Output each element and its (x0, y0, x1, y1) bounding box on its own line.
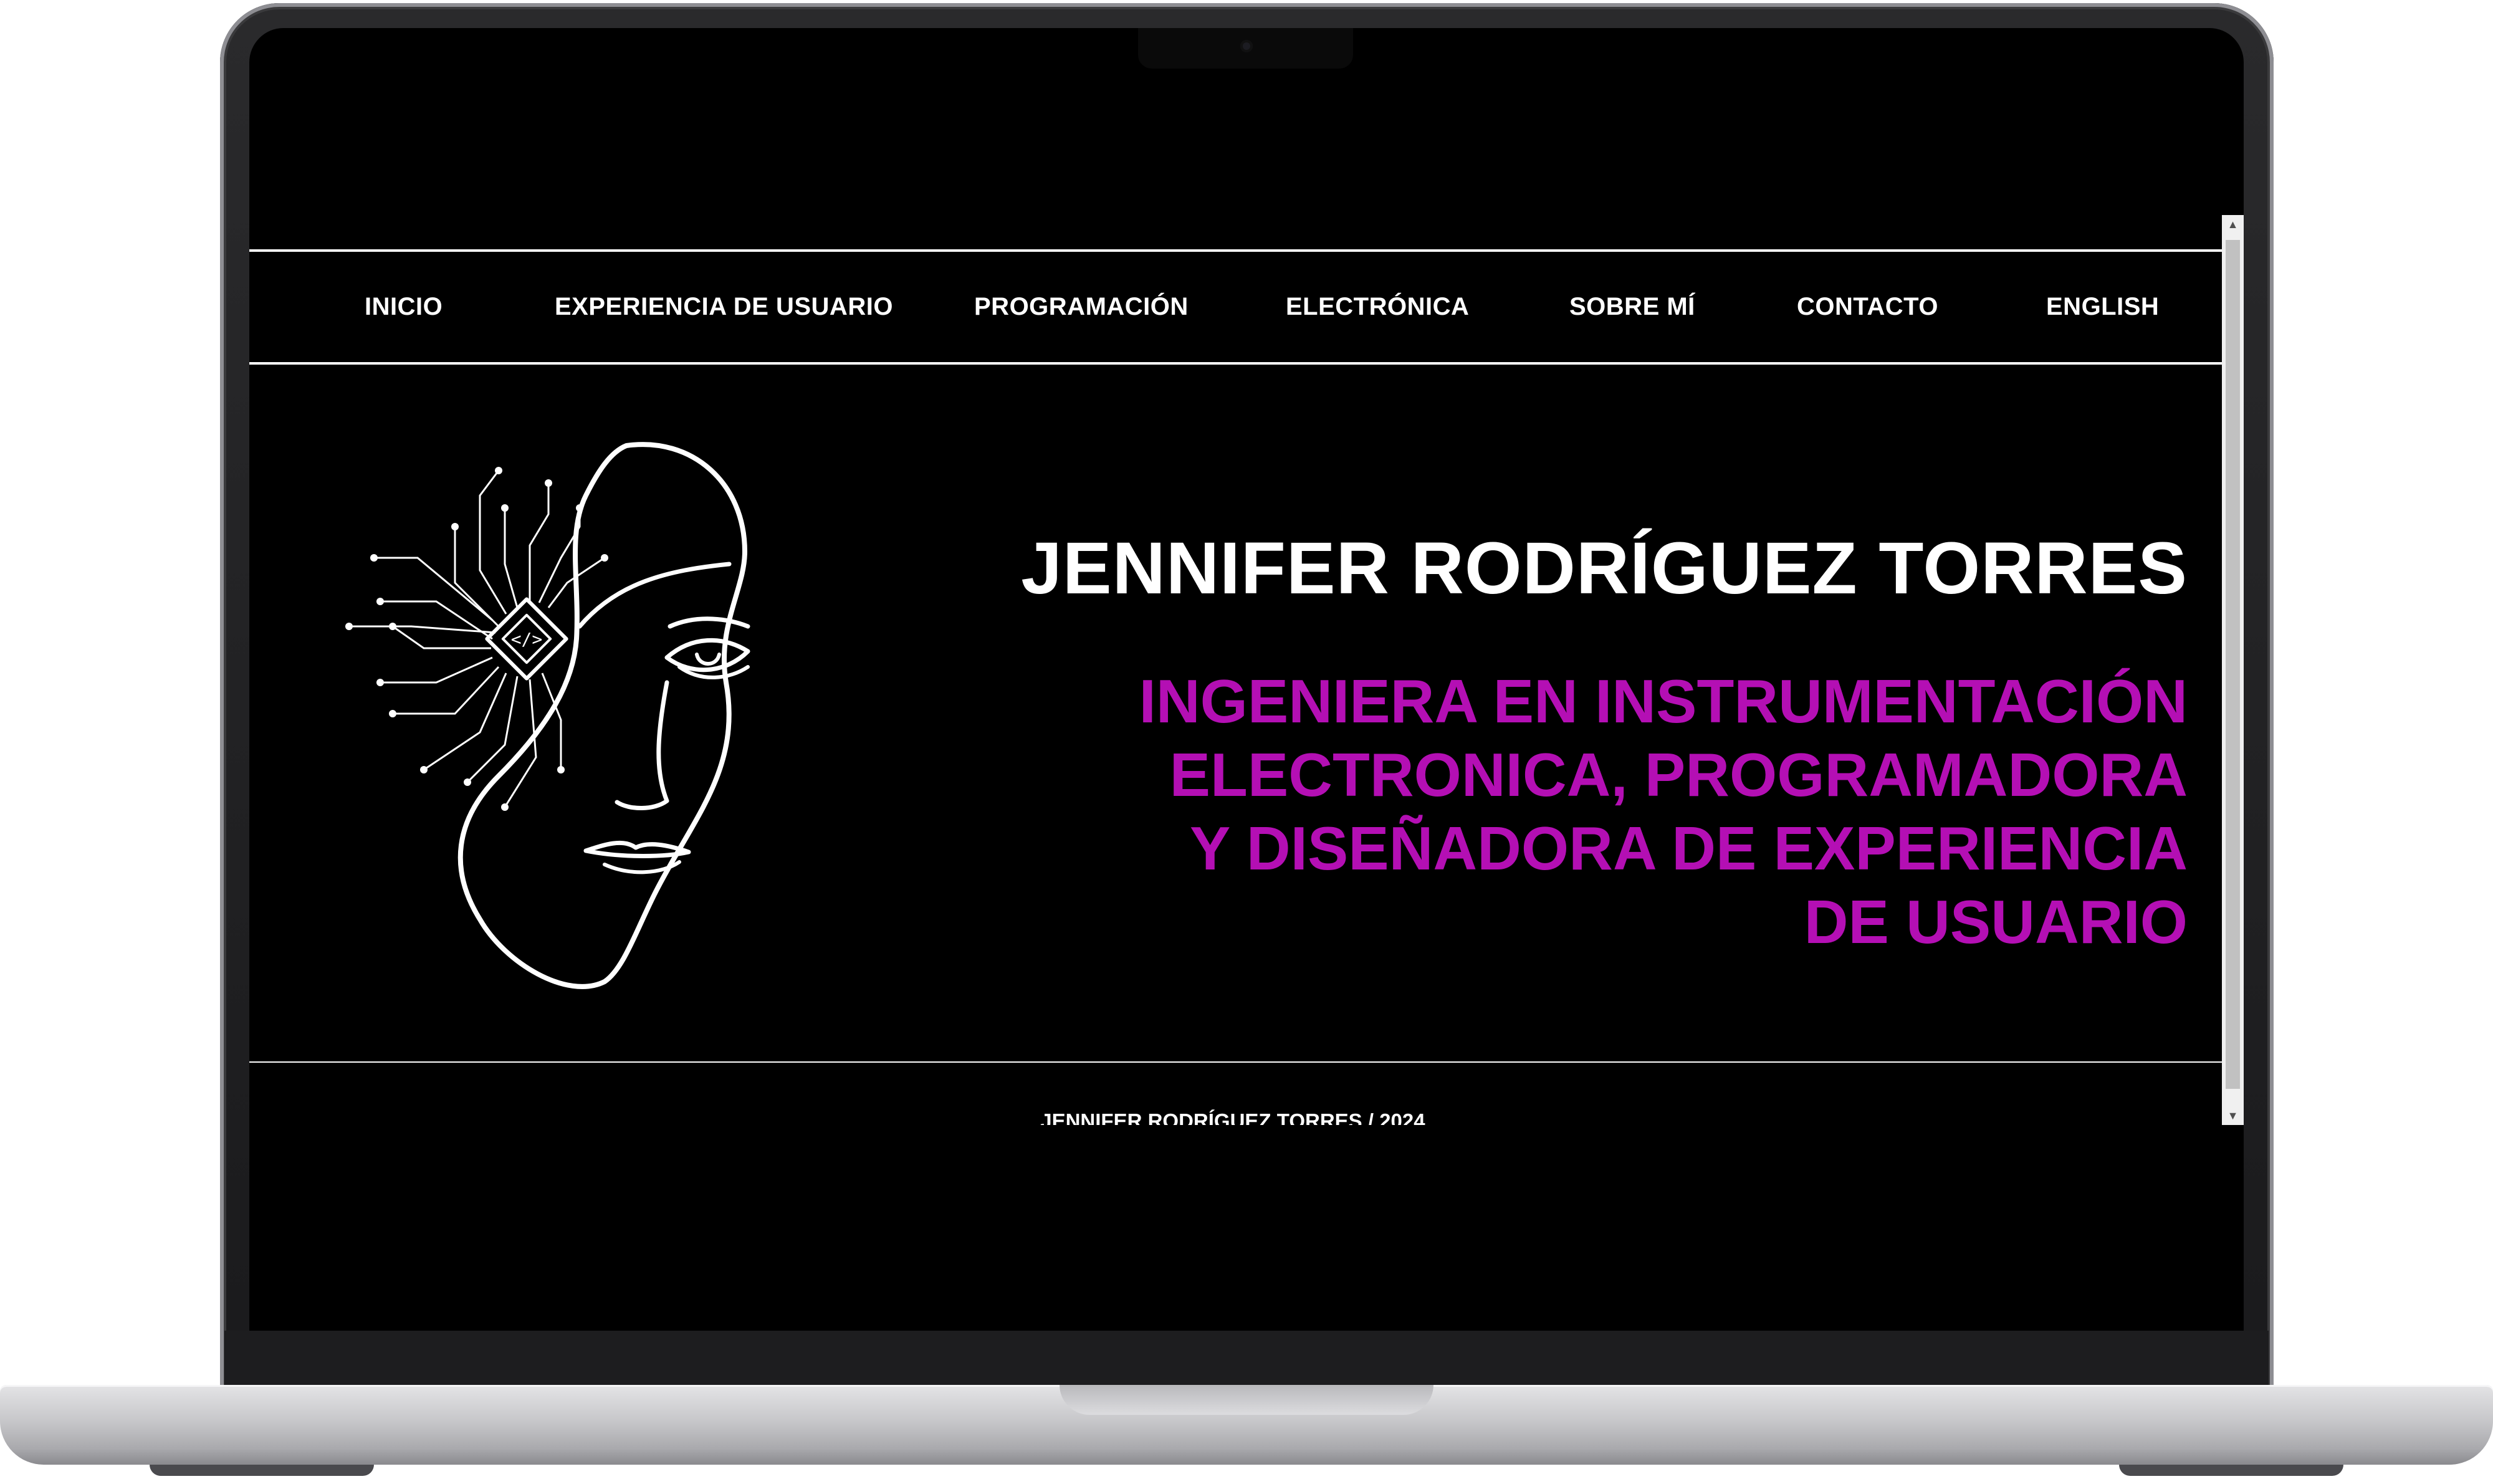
camera-icon (1240, 40, 1253, 52)
nav-item-electronica[interactable]: ELECTRÓNICA (1286, 252, 1469, 362)
hero-name: JENNIFER RODRÍGUEZ TORRES (1021, 527, 2188, 610)
footer-divider (249, 1061, 2222, 1063)
laptop-foot-right (2119, 1465, 2343, 1476)
hero-subtitle: INGENIERA EN INSTRUMENTACIÓN ELECTRONICA… (1139, 667, 2188, 957)
nav-item-inicio[interactable]: INICIO (365, 252, 443, 362)
nav-item-english[interactable]: ENGLISH (2046, 252, 2159, 362)
laptop-foot-left (150, 1465, 374, 1476)
footer-copyright: JENNIFER RODRÍGUEZ TORRES / 2024. (1040, 1109, 1431, 1125)
nav-item-contacto[interactable]: CONTACTO (1797, 252, 1938, 362)
nav-item-experiencia[interactable]: EXPERIENCIA DE USUARIO (555, 252, 893, 362)
scrollbar-thumb[interactable] (2226, 240, 2240, 1089)
face-circuit-illustration-icon: </> (345, 442, 750, 989)
browser-viewport: INICIO EXPERIENCIA DE USUARIO PROGRAMACI… (249, 215, 2244, 1125)
nav-item-programacion[interactable]: PROGRAMACIÓN (974, 252, 1189, 362)
laptop-lid-opening (1060, 1385, 1433, 1415)
main-navigation: INICIO EXPERIENCIA DE USUARIO PROGRAMACI… (249, 249, 2222, 365)
scroll-down-arrow-icon[interactable]: ▼ (2222, 1106, 2244, 1125)
svg-text:</>: </> (511, 629, 543, 649)
nav-item-sobre-mi[interactable]: SOBRE MÍ (1569, 252, 1695, 362)
scroll-up-arrow-icon[interactable]: ▲ (2222, 215, 2244, 234)
vertical-scrollbar[interactable]: ▲ ▼ (2222, 215, 2244, 1125)
screen-bezel-bottom (224, 1331, 2269, 1387)
